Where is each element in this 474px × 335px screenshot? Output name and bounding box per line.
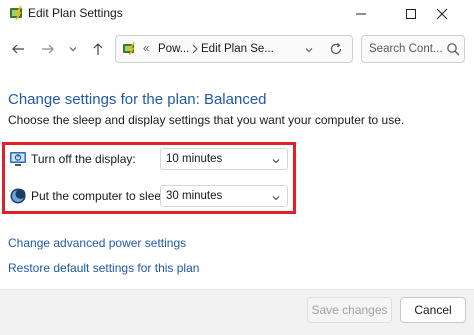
chevron-down-icon (271, 155, 281, 169)
advanced-power-settings-link[interactable]: Change advanced power settings (8, 236, 186, 250)
turn-off-display-select[interactable]: 10 minutes (160, 148, 288, 170)
forward-arrow-icon[interactable] (38, 39, 58, 59)
up-arrow-icon[interactable] (88, 39, 108, 59)
computer-sleep-select[interactable]: 30 minutes (160, 185, 288, 207)
recent-locations-chevron-icon[interactable] (63, 39, 83, 59)
computer-sleep-label: Put the computer to sleep: (31, 189, 172, 203)
maximize-button[interactable] (395, 0, 427, 27)
breadcrumb-overflow[interactable]: « (143, 43, 149, 55)
address-bar[interactable]: « Pow... Edit Plan Se... (115, 35, 353, 63)
restore-defaults-link[interactable]: Restore default settings for this plan (8, 261, 199, 275)
dialog-footer: Save changes Cancel (0, 289, 474, 335)
computer-sleep-value: 30 minutes (166, 190, 223, 202)
minimize-button[interactable] (345, 0, 377, 27)
power-options-icon (122, 41, 138, 57)
turn-off-display-value: 10 minutes (166, 153, 223, 165)
page-title: Change settings for the plan: Balanced (8, 91, 267, 108)
save-changes-button[interactable]: Save changes (307, 297, 392, 323)
address-dropdown-chevron-icon[interactable] (304, 44, 314, 58)
back-arrow-icon[interactable] (8, 39, 28, 59)
window-title: Edit Plan Settings (28, 6, 123, 20)
turn-off-display-label: Turn off the display: (31, 152, 136, 166)
chevron-down-icon (271, 192, 281, 206)
page-description: Choose the sleep and display settings th… (8, 113, 405, 127)
display-power-icon (9, 150, 27, 168)
sleep-moon-icon (9, 187, 27, 205)
cancel-button[interactable]: Cancel (400, 297, 466, 323)
refresh-icon[interactable] (329, 42, 343, 59)
breadcrumb-edit-plan-settings[interactable]: Edit Plan Se... (201, 43, 274, 55)
power-options-icon (8, 4, 26, 22)
search-icon[interactable] (446, 42, 460, 59)
close-button[interactable] (426, 0, 458, 27)
navigation-bar: « Pow... Edit Plan Se... Search Cont... (0, 27, 474, 73)
breadcrumb-separator-icon[interactable] (191, 44, 199, 57)
breadcrumb-power-options[interactable]: Pow... (158, 43, 189, 55)
search-input[interactable]: Search Cont... (369, 43, 443, 55)
search-box[interactable]: Search Cont... (361, 35, 465, 63)
title-bar: Edit Plan Settings (0, 0, 474, 27)
